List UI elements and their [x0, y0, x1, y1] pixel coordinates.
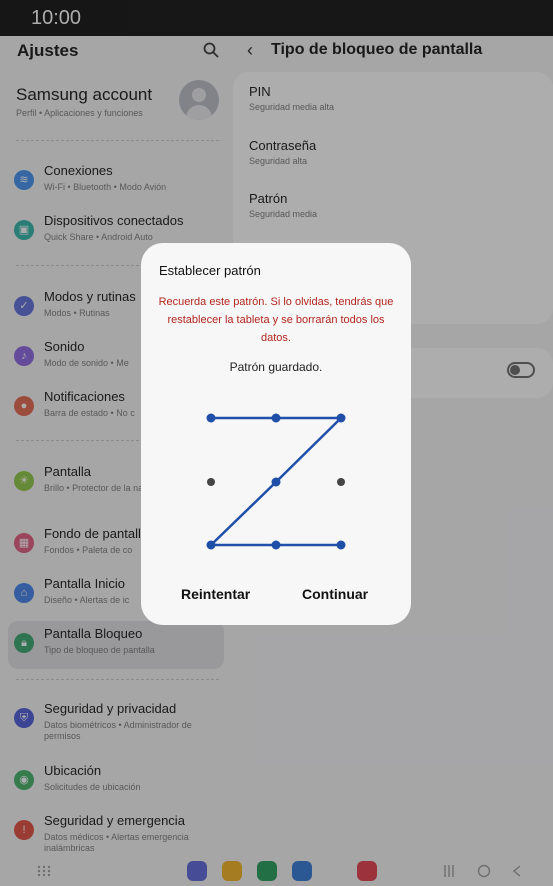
screen: Ajustes Samsung account Perfil • Aplicac… — [0, 0, 553, 886]
pattern-dot[interactable] — [207, 478, 215, 486]
pattern-dot[interactable] — [271, 413, 281, 423]
pattern-dot[interactable] — [336, 540, 346, 550]
pattern-dot[interactable] — [206, 540, 216, 550]
continue-button[interactable]: Continuar — [302, 586, 368, 602]
pattern-dot[interactable] — [271, 477, 281, 487]
pattern-dot[interactable] — [337, 478, 345, 486]
set-pattern-dialog: Establecer patrón Recuerda este patrón. … — [141, 243, 411, 625]
pattern-dot[interactable] — [336, 413, 346, 423]
pattern-dot[interactable] — [271, 540, 281, 550]
retry-button[interactable]: Reintentar — [181, 586, 250, 602]
pattern-grid[interactable] — [141, 243, 411, 573]
pattern-dot[interactable] — [206, 413, 216, 423]
